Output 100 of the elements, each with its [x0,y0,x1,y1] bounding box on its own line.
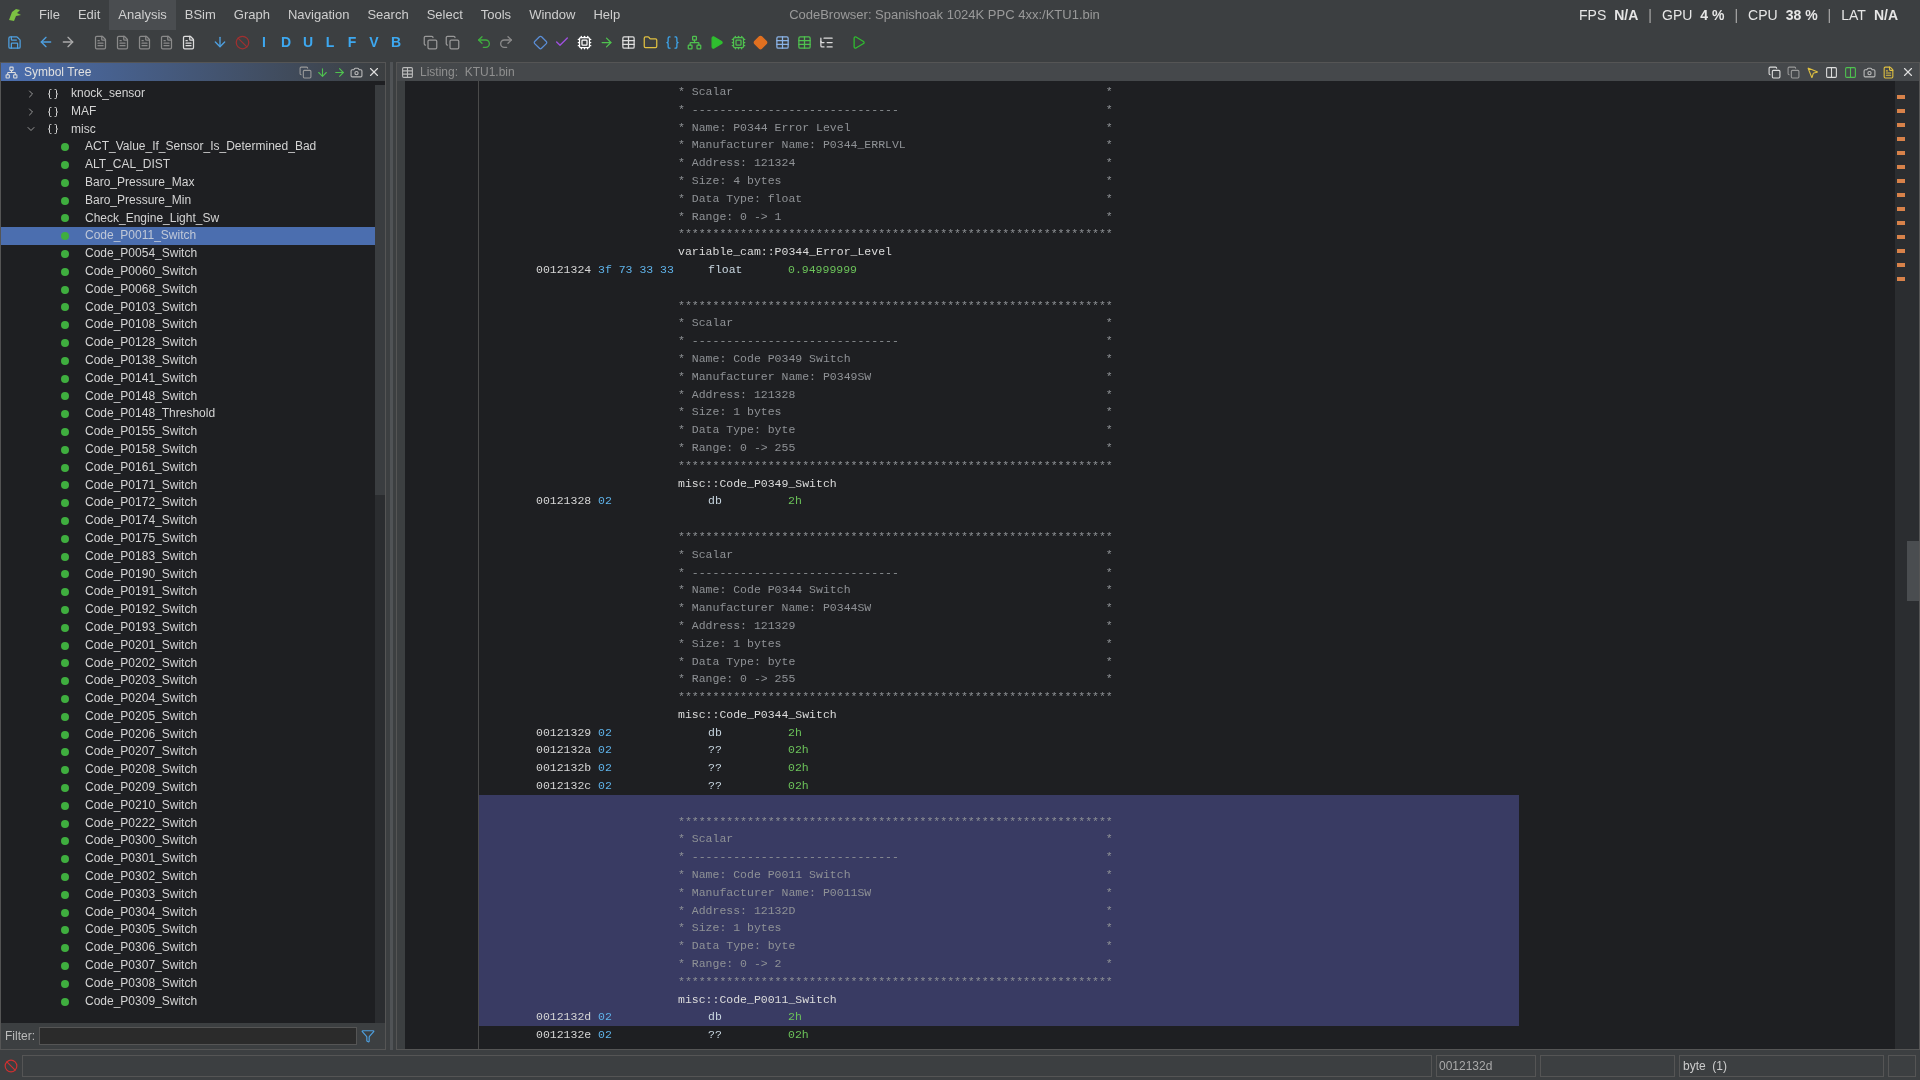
tree-item[interactable]: Code_P0204_Switch [1,690,375,708]
menu-item[interactable]: BSim [175,0,225,30]
tree-item[interactable]: Code_P0054_Switch [1,245,375,263]
comment-line: * Range: 0 -> 255 * [678,671,1113,688]
tree-item[interactable]: Code_P0108_Switch [1,316,375,335]
toolbar-letter-button[interactable]: U [298,32,318,52]
toolbar-letter-button[interactable]: I [254,32,274,52]
tree-item[interactable]: Code_P0210_Switch [1,796,375,815]
tree-item[interactable]: Code_P0203_Switch [1,672,375,691]
tree-item[interactable]: ALT_CAL_DIST [1,156,375,174]
comment-line: *************************************************************** [678,689,1113,706]
tree-item[interactable]: Code_P0190_Switch [1,565,375,584]
tree-item[interactable]: Code_P0183_Switch [1,547,375,566]
menu-item[interactable]: Edit [68,0,110,30]
tree-item[interactable]: Code_P0103_Switch [1,298,375,317]
tree-item[interactable]: Code_P0207_Switch [1,743,375,762]
tree-item[interactable]: Baro_Pressure_Min [1,191,375,210]
menu-item[interactable]: Graph [224,0,279,30]
mnemonic-text: ?? [708,760,723,777]
tree-item[interactable]: ACT_Value_If_Sensor_Is_Determined_Bad [1,138,375,157]
tree-item[interactable]: Code_P0309_Switch [1,992,375,1011]
tree-item[interactable]: Code_P0068_Switch [1,280,375,299]
menu-item[interactable]: Select [417,0,472,30]
stat-separator: | [1647,5,1653,25]
operand-text: 2h [788,724,802,741]
tree-item[interactable]: Code_P0193_Switch [1,618,375,637]
mnemonic-text: ?? [708,742,723,759]
tree-item[interactable]: Code_P0148_Threshold [1,405,375,424]
address-text: 0012132c [536,778,593,795]
tree-item[interactable]: Code_P0158_Switch [1,440,375,459]
tree-item[interactable]: Code_P0305_Switch [1,921,375,940]
tree-item[interactable]: Code_P0301_Switch [1,850,375,869]
menu-item[interactable]: Navigation [279,0,359,30]
tree-item[interactable]: Code_P0308_Switch [1,974,375,993]
tree-item[interactable]: misc [71,120,96,139]
tree-item[interactable]: Code_P0192_Switch [1,601,375,619]
toolbar-letter-button[interactable]: D [276,32,296,52]
mnemonic-text: db [708,493,723,510]
tree-item[interactable]: Code_P0306_Switch [1,939,375,958]
tree-item[interactable]: knock_sensor [71,85,146,103]
filter-field[interactable] [39,1027,357,1045]
toolbar-letter-button[interactable]: F [342,32,362,52]
dot-icon [61,552,69,561]
arrow-icon [333,65,346,79]
tree-item[interactable]: MAF [71,102,97,121]
dot-icon [61,997,69,1006]
tree-item[interactable]: Code_P0171_Switch [1,476,375,495]
menu-item[interactable]: Analysis [109,0,176,30]
tree-item[interactable]: Code_P0205_Switch [1,707,375,726]
tree-item[interactable]: Code_P0172_Switch [1,494,375,513]
toolbar-letter-button[interactable]: V [364,32,384,52]
camera-icon [350,65,363,79]
tree-item[interactable]: Check_Engine_Light_Sw [1,209,375,228]
tree-item[interactable]: Code_P0148_Switch [1,387,375,406]
bytes-text: 02 [598,778,613,795]
stat-separator: | [1826,5,1833,25]
tree-item[interactable]: Code_P0208_Switch [1,761,375,780]
dot-icon [61,855,69,864]
tree-item[interactable]: Code_P0128_Switch [1,334,375,352]
menu-item[interactable]: Tools [471,0,521,30]
tree-item[interactable]: Code_P0174_Switch [1,512,375,530]
menu-item[interactable]: Search [358,0,418,30]
address-text: 00121329 [536,724,593,741]
comment-line: * Manufacturer Name: P0344_ERRLVL * [678,137,1113,154]
tree-item[interactable]: Code_P0209_Switch [1,779,375,797]
tree-item[interactable]: Code_P0307_Switch [1,957,375,975]
tree-item[interactable]: Code_P0175_Switch [1,529,375,548]
tree-item[interactable]: Code_P0202_Switch [1,654,375,673]
dot-icon [61,214,69,223]
comment-line: * Name: Code P0349 Switch * [678,350,1113,367]
scrollbar[interactable] [1907,81,1919,1049]
toolbar-letter-button[interactable]: L [320,32,340,52]
address-text: 0012132e [536,1027,593,1044]
comment-line: *************************************************************** [678,457,1113,474]
tree-item[interactable]: Code_P0206_Switch [1,725,375,744]
tree-item[interactable]: Code_P0222_Switch [1,814,375,833]
tree-item[interactable]: Baro_Pressure_Max [1,174,375,192]
tree-item[interactable]: Code_P0201_Switch [1,636,375,655]
tree-item[interactable]: Code_P0060_Switch [1,262,375,281]
comment-line: * Manufacturer Name: P0011SW * [678,884,1113,901]
menu-item[interactable]: Help [584,0,630,30]
tree-item[interactable]: Code_P0302_Switch [1,868,375,886]
menu-item[interactable]: Window [520,0,585,30]
label-text: variable_cam::P0344_Error_Level [678,245,892,259]
comment-line: *************************************************************** [678,297,1113,314]
address-text: 00121328 [536,493,593,510]
tree-item[interactable]: Code_P0303_Switch [1,885,375,904]
tree-item[interactable]: Code_P0161_Switch [1,458,375,477]
toolbar-letter-button[interactable]: B [386,32,406,52]
tree-item[interactable]: Code_P0138_Switch [1,351,375,370]
tree-item[interactable]: Code_P0191_Switch [1,583,375,602]
dot-icon [61,712,69,721]
tree-item[interactable]: Code_P0300_Switch [1,832,375,851]
tree-item[interactable]: Code_P0141_Switch [1,369,375,388]
dot-icon [61,872,69,881]
menu-item[interactable]: File [30,0,69,30]
scrollbar[interactable] [375,85,385,1023]
dot-icon [61,588,69,597]
tree-item[interactable]: Code_P0155_Switch [1,423,375,441]
tree-item[interactable]: Code_P0304_Switch [1,903,375,922]
